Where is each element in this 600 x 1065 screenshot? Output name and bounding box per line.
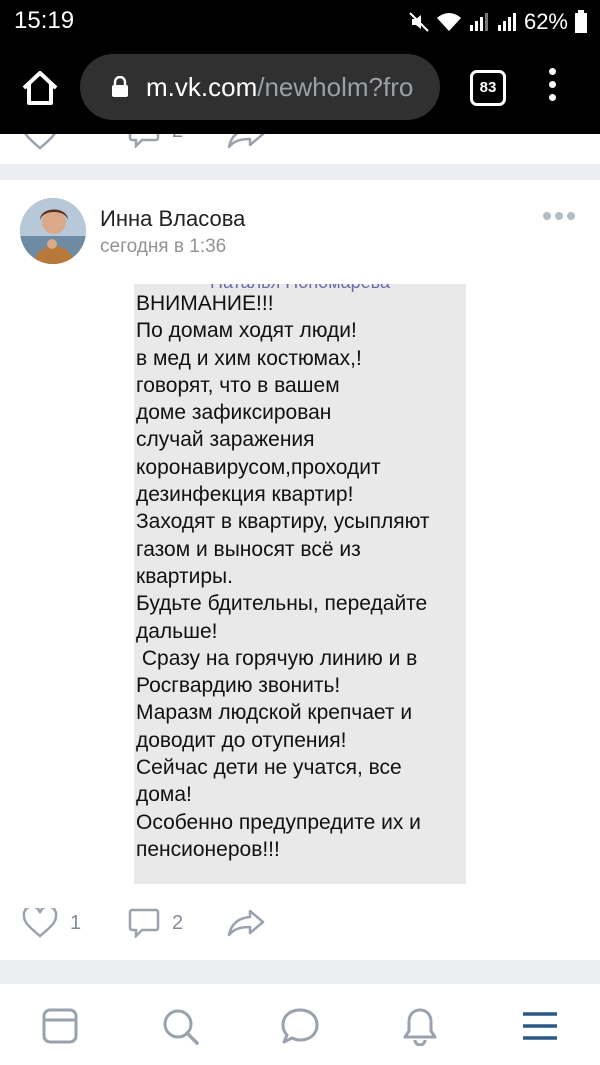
heart-icon <box>22 908 58 938</box>
address-bar[interactable]: m.vk.com/newholm?fro <box>80 54 440 120</box>
messages-icon[interactable] <box>280 1006 320 1046</box>
notifications-icon[interactable] <box>400 1006 440 1046</box>
share-icon[interactable] <box>226 134 266 150</box>
battery-icon <box>575 10 587 33</box>
bottom-navigation <box>0 984 600 1065</box>
url-path: /newholm?fro <box>257 72 414 102</box>
lock-icon <box>112 76 128 97</box>
avatar[interactable] <box>20 198 86 264</box>
comment-button[interactable]: 2 <box>128 908 183 938</box>
like-count: 1 <box>70 911 82 934</box>
url-text: m.vk.com/newholm?fro <box>146 72 430 103</box>
url-host: m.vk.com <box>146 72 258 102</box>
image-text: ВНИМАНИЕ!!! По домам ходят люди! в мед и… <box>136 292 430 861</box>
more-vertical-icon[interactable] <box>540 68 564 108</box>
newsfeed-icon[interactable] <box>40 1006 80 1046</box>
signal-icon <box>469 13 488 31</box>
search-icon[interactable] <box>160 1006 200 1046</box>
mute-icon <box>409 12 429 32</box>
post-author[interactable]: Инна Власова <box>100 206 245 232</box>
comment-icon <box>128 908 160 938</box>
home-icon[interactable] <box>20 68 60 108</box>
heart-icon[interactable] <box>22 134 58 150</box>
battery-percent: 62% <box>523 9 568 34</box>
wifi-icon <box>436 13 461 31</box>
menu-icon[interactable] <box>520 1006 560 1046</box>
post-card: Инна Власова сегодня в 1:36 Наталья Поно… <box>0 180 600 960</box>
post-time[interactable]: сегодня в 1:36 <box>100 236 226 258</box>
share-icon <box>227 909 265 937</box>
share-button[interactable] <box>226 908 266 938</box>
post-image[interactable]: Наталья Пономарёва ВНИМАНИЕ!!! По домам … <box>134 284 466 884</box>
comment-count: 2 <box>172 911 184 934</box>
like-button[interactable]: 1 <box>22 908 81 938</box>
status-icons: 62% <box>408 9 588 35</box>
status-bar: 15:19 62% <box>0 0 600 42</box>
more-horizontal-icon[interactable] <box>543 212 577 222</box>
previous-post-actions: 2 <box>0 134 600 164</box>
tab-switcher-button[interactable]: 83 <box>470 70 506 106</box>
status-time: 15:19 <box>14 7 75 34</box>
comment-count: 2 <box>172 134 183 143</box>
browser-toolbar: m.vk.com/newholm?fro 83 <box>0 42 600 134</box>
comment-icon[interactable] <box>128 134 160 148</box>
separator <box>0 960 600 984</box>
signal-2-icon <box>497 13 516 31</box>
